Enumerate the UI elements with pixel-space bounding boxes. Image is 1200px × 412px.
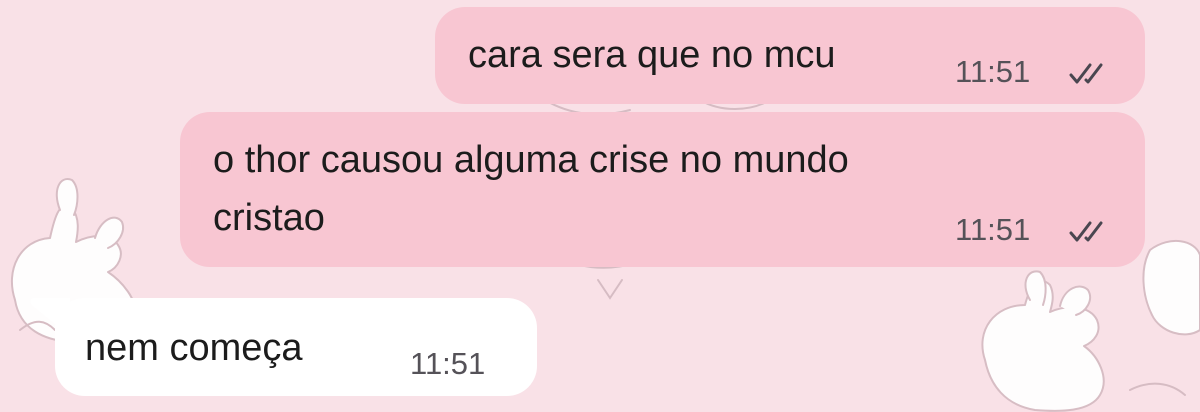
read-double-check-icon	[1069, 63, 1103, 84]
outgoing-message-bubble[interactable]: o thor causou alguma crise no mundo cris…	[180, 112, 1145, 267]
outgoing-message-bubble[interactable]: cara sera que no mcu 11:51	[435, 7, 1145, 104]
message-time: 11:51	[955, 212, 1031, 247]
message-text: nem começa	[85, 327, 303, 369]
incoming-message-bubble[interactable]: nem começa 11:51	[55, 298, 537, 396]
message-time: 11:51	[955, 54, 1031, 89]
message-text: cara sera que no mcu	[468, 34, 836, 76]
message-text-line: cristao	[213, 197, 325, 239]
message-time: 11:51	[410, 346, 486, 381]
read-double-check-icon	[1069, 221, 1103, 242]
message-text-line: o thor causou alguma crise no mundo	[213, 139, 849, 181]
